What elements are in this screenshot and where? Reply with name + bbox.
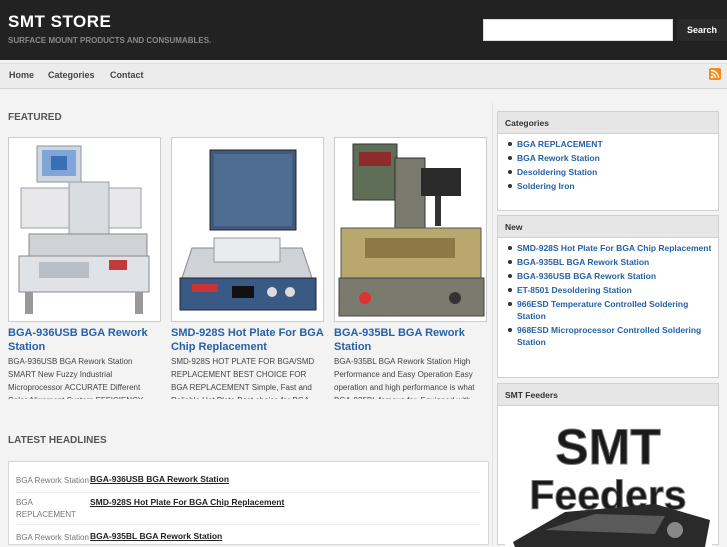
headline-category[interactable]: BGA Rework Station (16, 475, 89, 487)
search-input[interactable] (483, 19, 673, 41)
nav-home[interactable]: Home (9, 70, 34, 80)
nav-contact[interactable]: Contact (110, 70, 144, 80)
nav-categories[interactable]: Categories (48, 70, 95, 80)
site-tagline: SURFACE MOUNT PRODUCTS AND CONSUMABLES. (8, 36, 212, 45)
new-item-link[interactable]: ET-8501 Desoldering Station (508, 284, 717, 296)
new-item-link[interactable]: SMD-928S Hot Plate For BGA Chip Replacem… (508, 242, 717, 254)
widget-title: Categories (498, 112, 718, 134)
main-nav: Home Categories Contact (0, 63, 727, 89)
featured-excerpt: BGA-935BL BGA Rework Station High Perfor… (334, 357, 475, 399)
headline-category[interactable]: BGA REPLACEMENT (16, 497, 86, 521)
new-item-link[interactable]: 966ESD Temperature Controlled Soldering … (508, 298, 717, 322)
featured-excerpt: SMD-928S HOT PLATE FOR BGA/SMD REPLACEME… (171, 357, 315, 399)
featured-title[interactable]: SMD-928S Hot Plate For BGA Chip Replacem… (171, 326, 324, 354)
featured-title[interactable]: BGA-935BL BGA Rework Station (334, 326, 487, 354)
headline-title[interactable]: SMD-928S Hot Plate For BGA Chip Replacem… (90, 497, 284, 507)
search-button[interactable]: Search (677, 19, 727, 41)
latest-headlines-heading: LATEST HEADLINES (8, 435, 107, 446)
headline-divider (16, 524, 480, 525)
featured-title[interactable]: BGA-936USB BGA Rework Station (8, 326, 161, 354)
category-link[interactable]: Desoldering Station (508, 166, 717, 178)
featured-image-bga936usb[interactable] (8, 137, 161, 322)
new-item-link[interactable]: BGA-936USB BGA Rework Station (508, 270, 717, 282)
featured-heading: FEATURED (8, 112, 62, 123)
headline-category[interactable]: BGA Rework Station (16, 532, 89, 544)
new-widget: New SMD-928S Hot Plate For BGA Chip Repl… (497, 215, 719, 378)
new-item-link[interactable]: 968ESD Microprocessor Controlled Solderi… (508, 324, 717, 348)
featured-image-smd928s[interactable] (171, 137, 324, 322)
category-link[interactable]: BGA REPLACEMENT (508, 138, 717, 150)
smt-feeders-banner[interactable]: SMT Feeders (505, 412, 712, 547)
smt-feeders-widget: SMT Feeders SMT Feeders (497, 383, 719, 547)
banner-text-smt: SMT (555, 419, 661, 475)
widget-title: New (498, 216, 718, 238)
headline-title[interactable]: BGA-936USB BGA Rework Station (90, 474, 229, 484)
category-link[interactable]: Soldering Iron (508, 180, 717, 192)
new-item-link[interactable]: BGA-935BL BGA Rework Station (508, 256, 717, 268)
categories-widget: Categories BGA REPLACEMENT BGA Rework St… (497, 111, 719, 211)
site-header: SMT STORE SURFACE MOUNT PRODUCTS AND CON… (0, 0, 727, 60)
featured-image-bga935bl[interactable] (334, 137, 487, 322)
headline-divider (16, 492, 480, 493)
headline-title[interactable]: BGA-935BL BGA Rework Station (90, 531, 222, 541)
widget-title: SMT Feeders (498, 384, 718, 406)
featured-excerpt: BGA-936USB BGA Rework Station SMART New … (8, 357, 143, 399)
site-title[interactable]: SMT STORE (8, 12, 111, 32)
category-link[interactable]: BGA Rework Station (508, 152, 717, 164)
headlines-list: BGA Rework Station BGA-936USB BGA Rework… (8, 461, 489, 545)
rss-icon[interactable] (709, 68, 721, 80)
